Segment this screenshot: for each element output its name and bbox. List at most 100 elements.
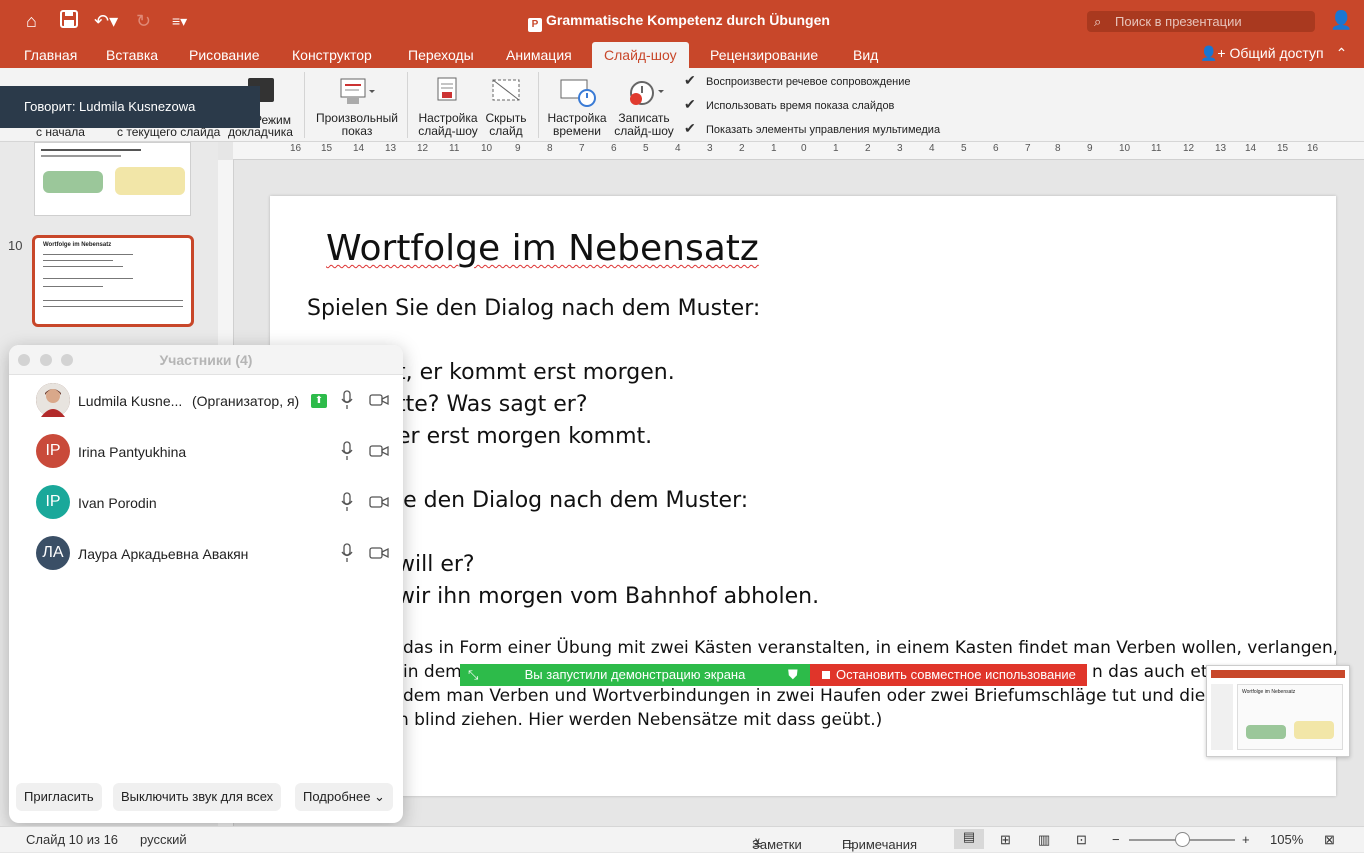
tab-view[interactable]: Вид	[853, 46, 878, 64]
search-input[interactable]: ⌕ Поиск в презентации	[1087, 11, 1315, 32]
tab-insert[interactable]: Вставка	[106, 46, 158, 64]
zoom-in-icon[interactable]: +	[1242, 832, 1250, 847]
camera-icon[interactable]	[369, 393, 389, 407]
tab-draw[interactable]: Рисование	[189, 46, 260, 64]
slide-title[interactable]: Wortfolge im Nebensatz	[326, 228, 759, 269]
participants-header: Участники (4)	[9, 345, 403, 375]
status-bar: Слайд 10 из 16 русский ≚ Заметки ▭ Приме…	[0, 826, 1364, 852]
record-icon	[630, 81, 664, 105]
tab-design[interactable]: Конструктор	[292, 46, 372, 64]
collapse-ribbon-icon[interactable]: ⌃	[1336, 45, 1348, 61]
slide-thumbnail-current[interactable]: Wortfolge im Nebensatz	[32, 235, 194, 327]
ruler-tick: 2	[865, 143, 871, 154]
more-label: Подробнее	[303, 789, 371, 804]
ruler-tick: 3	[897, 143, 903, 154]
timing-label-b: времени	[553, 124, 601, 138]
participant-name: Лаура Аркадьевна Авакян	[78, 546, 249, 562]
thumb-text-line	[43, 278, 133, 279]
save-icon[interactable]	[60, 10, 78, 33]
media-controls-checkbox[interactable]: ✔ Показать элементы управления мультимеди…	[684, 119, 940, 137]
microphone-icon[interactable]	[340, 543, 354, 563]
camera-icon[interactable]	[369, 495, 389, 509]
account-icon[interactable]: 👤	[1330, 10, 1352, 31]
horizontal-ruler: 16 15 14 13 12 11 10 9 8 7 6 5 4 3 2 1 0…	[233, 142, 1364, 160]
camera-icon[interactable]	[369, 546, 389, 560]
normal-view-icon[interactable]: ▤	[954, 829, 984, 849]
slide-thumbnail[interactable]	[34, 142, 191, 216]
thumb-text-line	[41, 155, 121, 157]
comments-label: Примечания	[842, 837, 918, 852]
tab-home[interactable]: Главная	[24, 46, 77, 64]
custom-show-icon	[340, 78, 375, 104]
custom-show-button[interactable]: Произвольный показ	[312, 76, 402, 138]
trailer-image	[115, 167, 185, 195]
speaker-text: Говорит: Ludmila Kusnezowa	[24, 99, 196, 114]
avatar: IP	[36, 485, 70, 519]
zoom-out-icon[interactable]: −	[1112, 832, 1120, 847]
ruler-tick: 6	[611, 143, 617, 154]
participant-row[interactable]: ЛА Лаура Аркадьевна Авакян	[9, 529, 403, 579]
participant-name: Irina Pantyukhina	[78, 444, 187, 460]
zoom-level[interactable]: 105%	[1270, 832, 1303, 847]
drag-handle-icon[interactable]: ⤡	[468, 664, 478, 686]
record-label-a: Записать	[618, 111, 670, 125]
more-button[interactable]: Подробнее ⌄	[295, 783, 393, 811]
hide-label-b: слайд	[489, 124, 523, 138]
customize-toolbar-icon[interactable]: ≡▾	[172, 10, 187, 32]
participant-row[interactable]: IP Ivan Porodin	[9, 478, 403, 528]
share-status-text: Вы запустили демонстрацию экрана	[524, 667, 746, 682]
tab-transitions[interactable]: Переходы	[408, 46, 474, 64]
share-preview-thumbnail[interactable]: Wortfolge im Nebensatz	[1206, 665, 1350, 757]
checkmark-icon: ✔	[684, 72, 696, 88]
language-indicator[interactable]: русский	[140, 832, 187, 847]
narration-checkbox[interactable]: ✔ Воспроизвести речевое сопровождение	[684, 71, 911, 89]
fit-to-window-icon[interactable]: ⊠	[1324, 832, 1335, 848]
microphone-icon[interactable]	[340, 492, 354, 512]
redo-icon: ↻	[136, 11, 152, 31]
screen-share-icon: ⬆	[311, 394, 327, 408]
ruler-tick: 1	[833, 143, 839, 154]
slide-note-line: n das auch etw	[1092, 662, 1222, 682]
microphone-icon[interactable]	[340, 441, 354, 461]
record-slideshow-button[interactable]: Записать слайд-шоу	[612, 76, 676, 138]
slide[interactable]: Wortfolge im Nebensatz Spielen Sie den D…	[270, 196, 1336, 796]
slide-note-line: in dem	[403, 662, 462, 682]
thumb-text-line	[43, 286, 103, 287]
reading-view-icon[interactable]: ▥	[1038, 832, 1050, 848]
ruler-tick: 16	[1307, 143, 1319, 154]
slide-sorter-icon[interactable]: ⊞	[1000, 832, 1011, 848]
thumb-text-line	[41, 149, 141, 151]
rehearse-timings-button[interactable]: Настройка времени	[544, 76, 610, 138]
setup-slideshow-button[interactable]: Настройка слайд-шоу	[416, 76, 480, 138]
thumb-text-line	[43, 266, 123, 267]
home-icon[interactable]: ⌂	[26, 10, 37, 32]
participant-row[interactable]: Ludmila Kusne... (Организатор, я) ⬆	[9, 376, 403, 426]
undo-icon[interactable]: ↶▾	[94, 10, 118, 32]
powerpoint-icon: P	[528, 18, 542, 32]
setup-slideshow-icon	[437, 77, 457, 101]
slideshow-view-icon[interactable]: ⊡	[1076, 832, 1087, 848]
participant-row[interactable]: IP Irina Pantyukhina	[9, 427, 403, 477]
share-status[interactable]: ⤡ Вы запустили демонстрацию экрана ⛊	[460, 664, 810, 686]
zoom-slider-handle[interactable]	[1175, 832, 1190, 847]
ribbon-divider	[304, 72, 305, 138]
preview-sidebar	[1211, 684, 1233, 750]
hide-slide-button[interactable]: Скрыть слайд	[482, 76, 530, 138]
shield-icon: ⛊	[788, 667, 798, 682]
use-timings-checkbox[interactable]: ✔ Использовать время показа слайдов	[684, 95, 894, 113]
ruler-tick: 9	[515, 143, 521, 154]
mute-all-button[interactable]: Выключить звук для всех	[113, 783, 282, 811]
camera-icon[interactable]	[369, 444, 389, 458]
tab-review[interactable]: Рецензирование	[710, 46, 818, 64]
tab-animations[interactable]: Анимация	[506, 46, 572, 64]
car-image	[1246, 725, 1286, 739]
slide-title-text: Wortfolge im Nebensatz	[326, 228, 759, 269]
tab-slideshow[interactable]: Слайд-шоу	[592, 42, 689, 68]
ribbon-divider	[538, 72, 539, 138]
invite-button[interactable]: Пригласить	[16, 783, 102, 811]
share-button[interactable]: 👤+ Общий доступ ⌃	[1200, 45, 1347, 62]
stop-sharing-button[interactable]: Остановить совместное использование	[810, 664, 1087, 686]
ruler-tick: 10	[1119, 143, 1131, 154]
setup-label-b: слайд-шоу	[418, 124, 478, 138]
microphone-icon[interactable]	[340, 390, 354, 410]
